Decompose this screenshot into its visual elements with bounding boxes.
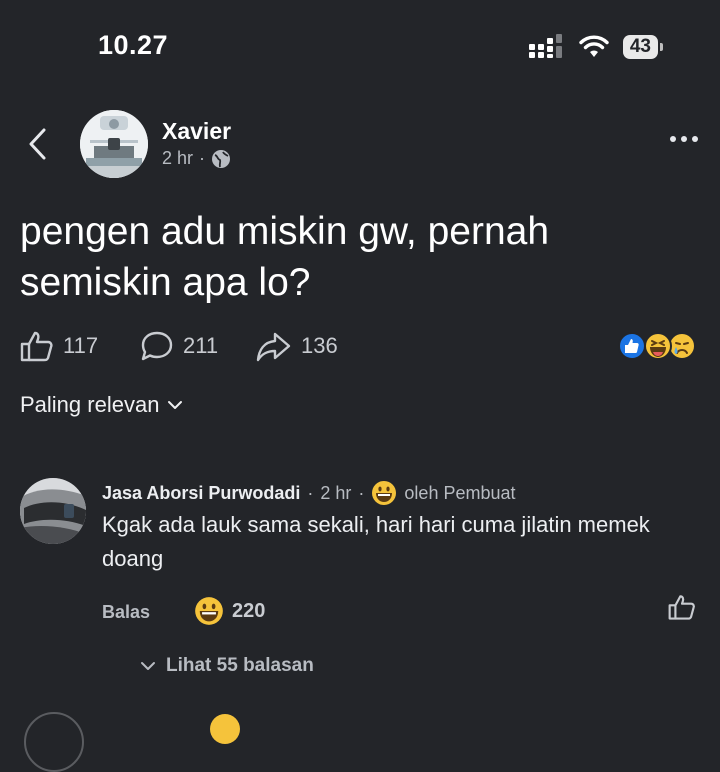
reaction-summary[interactable] — [616, 330, 700, 362]
commenter-name[interactable]: Jasa Aborsi Purwodadi — [102, 483, 300, 504]
like-button[interactable]: 117 — [20, 330, 98, 362]
chevron-down-icon — [168, 401, 183, 409]
commenter-avatar[interactable] — [20, 478, 86, 544]
battery-indicator: 43 — [622, 35, 664, 59]
grinning-face-icon — [195, 597, 223, 625]
view-replies-label: Lihat 55 balasan — [166, 655, 314, 676]
comment-like-icon[interactable] — [668, 593, 696, 621]
comment-icon — [141, 331, 173, 361]
back-arrow-icon[interactable] — [26, 124, 50, 164]
comment-separator: · — [358, 482, 365, 503]
grinning-face-icon — [372, 481, 397, 505]
post-time: 2 hr — [162, 148, 194, 168]
sort-dropdown[interactable]: Paling relevan — [20, 392, 183, 418]
more-options-icon[interactable] — [670, 136, 698, 142]
wifi-icon — [579, 35, 609, 57]
post-meta: 2 hr · — [162, 148, 231, 169]
globe-icon — [212, 149, 231, 168]
comment-reaction-count: 220 — [232, 599, 266, 622]
comment-header: Jasa Aborsi Purwodadi · 2 hr · oleh Pemb… — [102, 480, 516, 506]
creator-badge: oleh Pembuat — [404, 482, 516, 503]
comment-text: Kgak ada lauk sama sekali, hari hari cum… — [102, 512, 650, 571]
signal-icon — [528, 34, 562, 58]
status-icons: 43 — [528, 34, 664, 60]
next-comment-emoji-icon — [210, 714, 240, 744]
post-author-name[interactable]: Xavier — [162, 118, 231, 145]
comment-reaction[interactable]: 220 — [194, 596, 265, 626]
like-reaction-icon — [618, 332, 646, 360]
post-text: pengen adu miskin gw, pernah semiskin ap… — [20, 210, 550, 304]
chevron-down-icon — [141, 662, 155, 670]
share-count: 136 — [301, 333, 338, 358]
reply-button[interactable]: Balas — [102, 602, 150, 623]
haha-reaction-icon — [644, 332, 672, 360]
meta-separator: · — [199, 148, 206, 168]
sad-reaction-icon — [668, 332, 696, 360]
share-button[interactable]: 136 — [256, 330, 338, 362]
comment-count: 211 — [183, 333, 219, 358]
thumbs-up-icon — [20, 331, 53, 362]
like-count: 117 — [63, 333, 99, 358]
comment-button[interactable]: 211 — [140, 330, 218, 362]
author-avatar[interactable] — [80, 110, 148, 178]
sort-label: Paling relevan — [20, 392, 160, 417]
next-commenter-avatar[interactable] — [24, 712, 84, 772]
comment-time: 2 hr — [320, 482, 352, 503]
share-icon — [256, 332, 291, 362]
comment-separator: · — [307, 482, 314, 503]
status-time: 10.27 — [98, 30, 169, 60]
view-replies-button[interactable]: Lihat 55 balasan — [140, 655, 314, 677]
